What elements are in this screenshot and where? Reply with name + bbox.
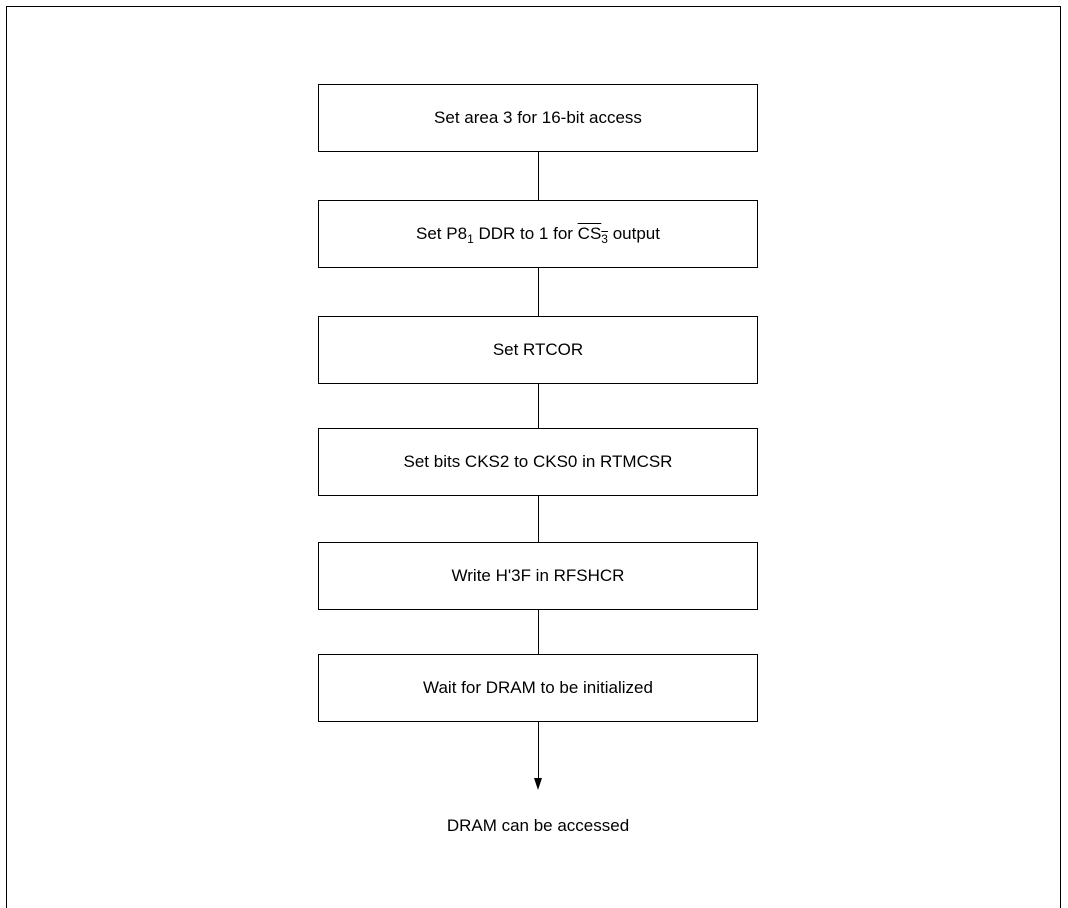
step-4-box: Set bits CKS2 to CKS0 in RTMCSR [318, 428, 758, 496]
step-4-label: Set bits CKS2 to CKS0 in RTMCSR [403, 452, 673, 471]
end-label: DRAM can be accessed [446, 816, 630, 835]
connector-4-5 [538, 496, 539, 542]
step-2-text-b: DDR to 1 for [473, 224, 578, 243]
step-1-box: Set area 3 for 16-bit access [318, 84, 758, 152]
connector-2-3 [538, 268, 539, 316]
connector-3-4 [538, 384, 539, 428]
cs-overline: CS3 [577, 224, 608, 246]
connector-5-6 [538, 610, 539, 654]
step-2-label: Set P81 DDR to 1 for CS3 output [416, 224, 660, 246]
step-6-label: Wait for DRAM to be initialized [423, 678, 653, 697]
step-3-box: Set RTCOR [318, 316, 758, 384]
step-2-box: Set P81 DDR to 1 for CS3 output [318, 200, 758, 268]
step-2-sub-b: 3 [601, 232, 608, 246]
step-2-sub-a: 1 [467, 232, 474, 246]
step-6-box: Wait for DRAM to be initialized [318, 654, 758, 722]
step-1-label: Set area 3 for 16-bit access [434, 108, 642, 127]
step-3-label: Set RTCOR [492, 340, 584, 359]
step-5-label: Write H'3F in RFSHCR [451, 566, 625, 585]
step-2-cs: CS [577, 224, 602, 243]
arrow-down-icon [534, 778, 542, 790]
step-2-text-c: output [607, 224, 660, 243]
connector-6-end [538, 722, 539, 780]
connector-1-2 [538, 152, 539, 200]
step-2-text-a: Set P8 [416, 224, 468, 243]
step-5-box: Write H'3F in RFSHCR [318, 542, 758, 610]
